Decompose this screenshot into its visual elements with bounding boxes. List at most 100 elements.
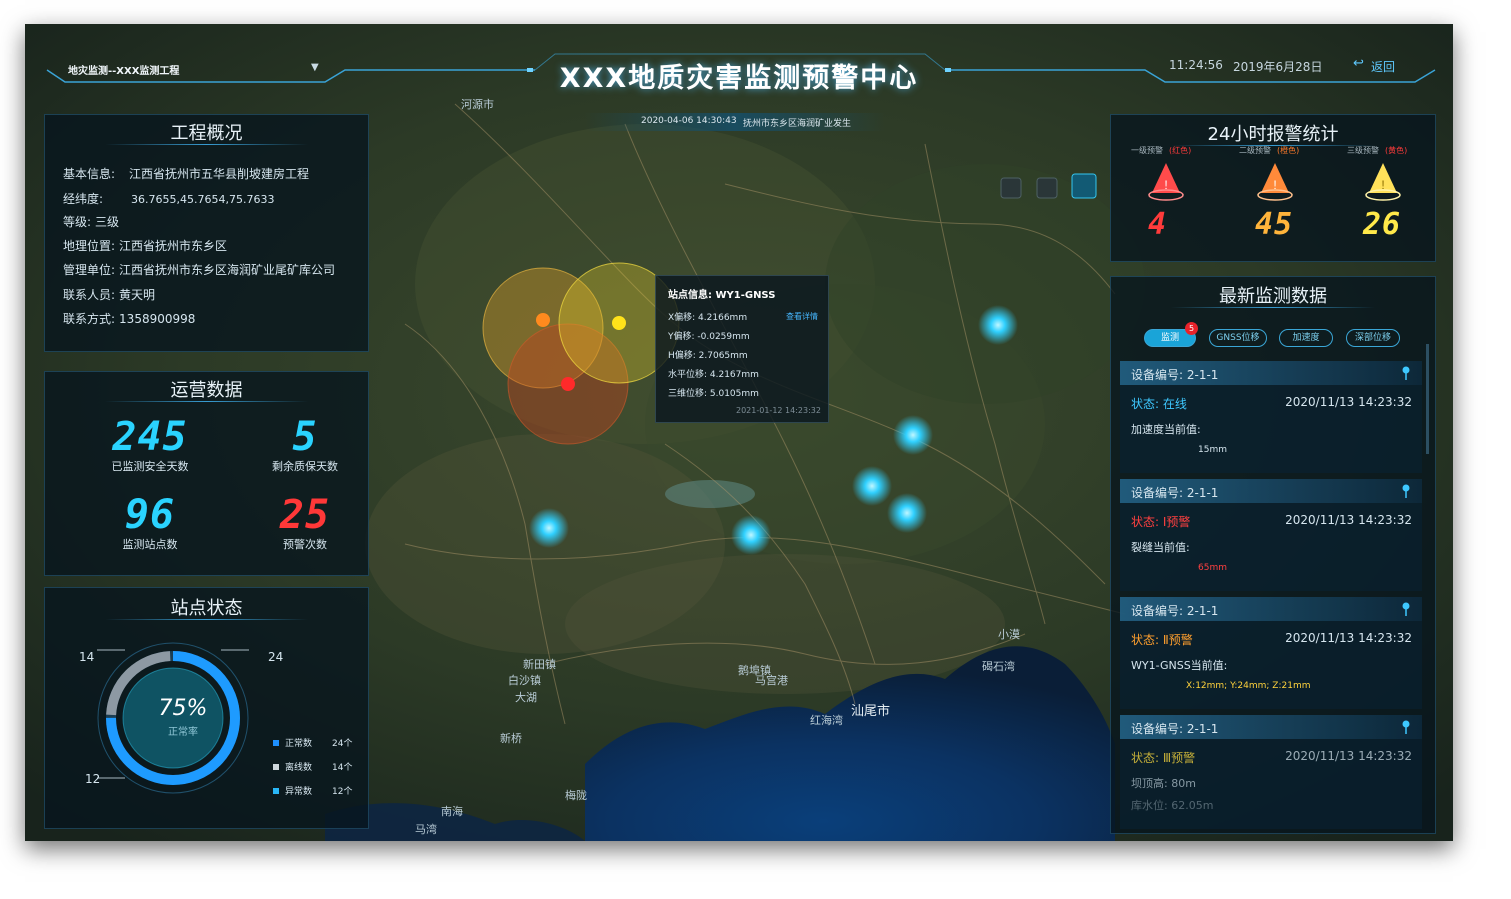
- station-marker: [852, 466, 892, 506]
- stat-warnings: 25 预警次数: [245, 492, 365, 552]
- card-metric: 加速度当前值:: [1131, 423, 1201, 436]
- card-value: X:12mm; Y:24mm; Z:21mm: [1186, 681, 1311, 691]
- alarm-value: 4: [1148, 207, 1168, 242]
- overview-row-basic: 基本信息: 江西省抚州市五华县削坡建房工程: [63, 167, 310, 181]
- tick-label: 12: [85, 772, 101, 786]
- alarm-value: 26: [1363, 207, 1402, 242]
- card-device: 设备编号: 2-1-1: [1131, 368, 1219, 382]
- place-label: 大湖: [515, 691, 537, 704]
- ring-percent: 75%: [158, 696, 208, 721]
- card-metric: WY1-GNSS当前值:: [1131, 659, 1228, 672]
- map-satellite-icon: [1036, 177, 1058, 199]
- alarm-value: 45: [1255, 207, 1294, 242]
- tab-acceleration[interactable]: 加速度: [1279, 329, 1333, 347]
- alarm-panel: 24小时报警统计 一级预警 (红色) ! 4 二级预警 (橙色) ! 45 三级预警…: [1110, 114, 1436, 262]
- tab-gnss[interactable]: GNSS位移: [1209, 329, 1267, 347]
- hazard-dot-red: [561, 377, 575, 391]
- overview-row-contact: 联系人员: 黄天明: [63, 288, 156, 302]
- overview-row-location: 地理位置: 江西省抚州市东乡区: [63, 239, 228, 253]
- place-label: 马湾: [415, 823, 437, 836]
- monitor-card[interactable]: 设备编号: 2-1-1 状态: 在线 2020/11/13 14:23:32 加…: [1120, 361, 1422, 473]
- place-label: 红海湾: [810, 714, 843, 727]
- alarm-level-1: 一级预警 (红色) ! 4: [1131, 145, 1226, 242]
- stat-label: 剩余质保天数: [272, 460, 338, 473]
- tab-deep-displacement[interactable]: 深部位移: [1346, 329, 1400, 347]
- legend-abnormal: 异常数 12个: [273, 784, 352, 797]
- place-label: 新桥: [500, 732, 522, 745]
- card-status: 状态: 在线: [1131, 397, 1187, 411]
- overview-row-level: 等级: 三级: [63, 215, 120, 229]
- place-label: 马宫港: [755, 674, 788, 687]
- stat-label: 预警次数: [283, 538, 327, 551]
- card-status: 状态: Ⅱ预警: [1131, 633, 1193, 647]
- clock-date: 2019年6月28日: [1233, 60, 1323, 74]
- legend-normal: 正常数 24个: [273, 736, 352, 749]
- map-2d-icon: [1071, 173, 1097, 199]
- page-title: XXX地质灾害监测预警中心: [559, 63, 919, 94]
- card-metric: 坝顶高: 80m: [1131, 777, 1196, 790]
- overview-panel: 工程概况 基本信息: 江西省抚州市五华县削坡建房工程 经纬度: 36.7655,45…: [44, 114, 369, 352]
- station-marker: [893, 415, 933, 455]
- project-select[interactable]: 地灾监测--XXX监测工程 ▼: [65, 58, 329, 80]
- stat-label: 已监测安全天数: [111, 460, 189, 473]
- overview-row-unit: 管理单位: 江西省抚州市东乡区海润矿业尾矿库公司: [63, 263, 336, 277]
- popup-title: 站点信息: WY1-GNSS: [668, 290, 776, 301]
- scrollbar[interactable]: [1426, 344, 1429, 454]
- station-marker: [731, 515, 771, 555]
- alarm-label: 三级预警 (黄色): [1347, 146, 1408, 155]
- project-select-value: 地灾监测--XXX监测工程: [68, 66, 180, 77]
- location-pin-icon: [1402, 720, 1410, 734]
- card-device: 设备编号: 2-1-1: [1131, 722, 1219, 736]
- station-status-panel: 站点状态 75% 正常率 14 24 12 正常数 24个 离线数 14个 异常数 1…: [44, 587, 369, 829]
- chevron-down-icon: ▼: [311, 62, 319, 73]
- svg-text:!: !: [1381, 178, 1384, 192]
- alarm-level-3: 三级预警 (黄色) ! 26: [1347, 145, 1442, 242]
- stat-safe-days: 245 已监测安全天数: [90, 414, 210, 474]
- monitor-card[interactable]: 设备编号: 2-1-1 状态: Ⅲ预警 2020/11/13 14:23:32 …: [1120, 715, 1422, 829]
- monitor-card[interactable]: 设备编号: 2-1-1 状态: Ⅰ预警 2020/11/13 14:23:32 …: [1120, 479, 1422, 591]
- place-label: 白沙镇: [508, 674, 541, 687]
- stat-value: 96: [124, 492, 176, 538]
- card-metric: 裂缝当前值:: [1131, 541, 1190, 554]
- tick-label: 14: [79, 650, 95, 664]
- banner-text: 抚州市东乡区海润矿业发生: [743, 119, 852, 129]
- popup-row: X偏移: 4.2166mm: [668, 313, 748, 323]
- clock-time: 11:24:56: [1169, 58, 1223, 72]
- stat-value: 245: [112, 414, 188, 460]
- card-status: 状态: Ⅰ预警: [1131, 515, 1191, 529]
- alarm-label: 二级预警 (橙色): [1239, 146, 1300, 155]
- station-status-title: 站点状态: [170, 598, 243, 619]
- location-pin-icon: [1402, 602, 1410, 616]
- overview-row-coords: 经纬度: 36.7655,45.7654,75.7633: [63, 192, 275, 206]
- status-legend: 正常数 24个 离线数 14个 异常数 12个: [273, 736, 352, 797]
- place-label: 梅陇: [565, 789, 587, 802]
- hazard-dot-orange: [536, 313, 550, 327]
- station-popup[interactable]: 站点信息: WY1-GNSS 查看详情 X偏移: 4.2166mm Y偏移: -…: [655, 275, 829, 423]
- location-pin-icon: [1402, 366, 1410, 380]
- card-time: 2020/11/13 14:23:32: [1285, 513, 1412, 527]
- popup-row: 三维位移: 5.0105mm: [668, 389, 759, 399]
- operation-title: 运营数据: [170, 380, 243, 401]
- svg-text:!: !: [1273, 178, 1276, 192]
- stat-value: 25: [279, 492, 331, 538]
- station-marker: [529, 508, 569, 548]
- monitor-card[interactable]: 设备编号: 2-1-1 状态: Ⅱ预警 2020/11/13 14:23:32 …: [1120, 597, 1422, 709]
- place-label: 新田镇: [523, 658, 556, 671]
- tab-badge: 5: [1185, 322, 1198, 335]
- card-value: 65mm: [1198, 563, 1227, 573]
- stat-value: 5: [292, 414, 318, 460]
- place-label: 碣石湾: [982, 660, 1015, 673]
- place-label: 小漠: [998, 628, 1020, 641]
- ring-label: 正常率: [168, 727, 198, 738]
- card-device: 设备编号: 2-1-1: [1131, 604, 1219, 618]
- stat-warranty-days: 5 剩余质保天数: [245, 414, 365, 474]
- popup-detail-link[interactable]: 查看详情: [786, 311, 818, 322]
- popup-time: 2021-01-12 14:23:32: [736, 406, 821, 415]
- overview-title: 工程概况: [170, 123, 243, 144]
- title-underline: [1171, 307, 1375, 308]
- title-underline: [105, 144, 308, 145]
- alarm-label: 一级预警 (红色): [1131, 146, 1192, 155]
- alert-banner[interactable]: 2020-04-06 14:30:43 抚州市东乡区海润矿业发生: [585, 113, 885, 131]
- dashboard-screen: 河源市 汕尾市 新田镇 鹅埠镇 白沙镇 马宫港 红海湾 大湖 碣石湾 小漠 南海…: [25, 24, 1453, 841]
- stat-label: 监测站点数: [122, 538, 178, 551]
